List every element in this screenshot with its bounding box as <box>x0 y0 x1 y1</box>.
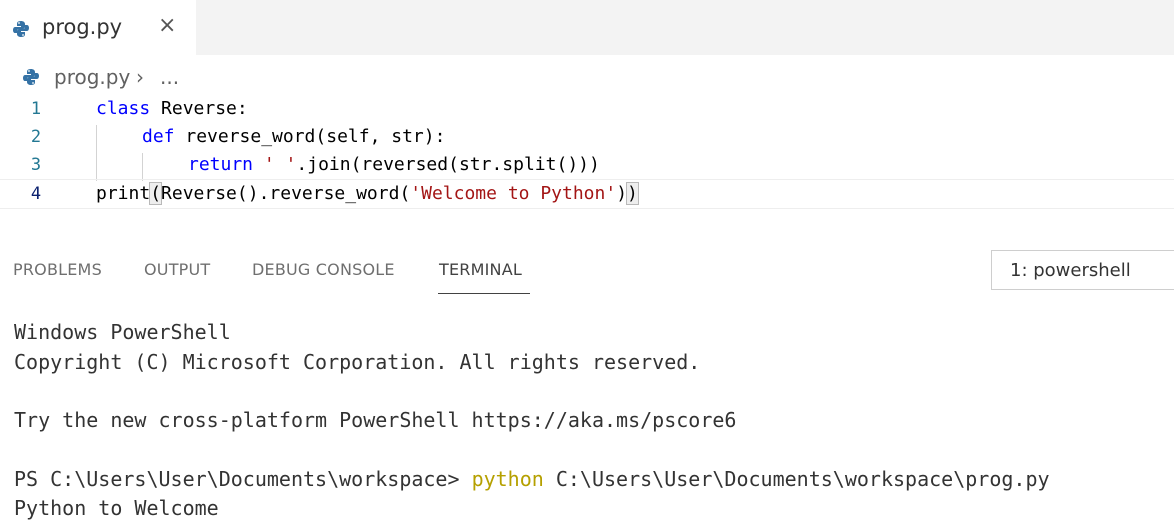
line-number: 3 <box>30 155 42 175</box>
terminal-prompt: PS C:\Users\User\Documents\workspace> <box>14 467 472 491</box>
tab-prog-py[interactable]: prog.py × <box>0 0 196 55</box>
terminal-command-line: PS C:\Users\User\Documents\workspace> py… <box>14 467 1050 491</box>
code-text: def reverse_word(self, str): <box>142 126 446 147</box>
line-number: 2 <box>30 127 42 147</box>
code-editor[interactable]: 1 class Reverse: 2 def reverse_word(self… <box>0 95 1174 215</box>
terminal-output: Python to Welcome <box>14 496 219 520</box>
tab-output[interactable]: OUTPUT <box>144 260 210 279</box>
code-line[interactable]: 1 class Reverse: <box>0 95 1174 123</box>
code-text: class Reverse: <box>96 98 248 119</box>
line-number: 1 <box>30 99 42 119</box>
python-icon <box>12 20 30 42</box>
tab-debug-console[interactable]: DEBUG CONSOLE <box>252 260 395 279</box>
terminal-args: C:\Users\User\Documents\workspace\prog.p… <box>543 467 1050 491</box>
tab-filename: prog.py <box>42 15 123 39</box>
chevron-right-icon: › <box>136 65 144 89</box>
code-line[interactable]: 3 return ' '.join(reversed(str.split())) <box>0 151 1174 179</box>
active-tab-indicator <box>438 293 530 294</box>
code-text: return ' '.join(reversed(str.split())) <box>188 154 600 175</box>
code-line-current[interactable]: 4 print(Reverse().reverse_word('Welcome … <box>0 179 1174 209</box>
breadcrumb: prog.py › ... <box>0 62 400 92</box>
breadcrumb-file[interactable]: prog.py <box>54 65 130 89</box>
tab-problems[interactable]: PROBLEMS <box>13 260 102 279</box>
shell-select-value: 1: powershell <box>1010 260 1131 281</box>
code-line[interactable]: 2 def reverse_word(self, str): <box>0 123 1174 151</box>
tab-terminal[interactable]: TERMINAL <box>439 260 522 279</box>
close-icon[interactable]: × <box>158 13 176 38</box>
line-number: 4 <box>30 184 42 204</box>
editor-tab-bar: prog.py × <box>0 0 1174 55</box>
bracket-match: ) <box>626 182 639 205</box>
terminal-line: Windows PowerShell <box>14 320 231 344</box>
python-icon <box>22 68 40 90</box>
breadcrumb-symbols[interactable]: ... <box>160 65 179 89</box>
terminal-command: python <box>471 467 544 491</box>
terminal-shell-select[interactable]: 1: powershell <box>991 250 1174 290</box>
bracket-match: ( <box>149 182 163 205</box>
terminal-line: Try the new cross-platform PowerShell ht… <box>14 408 737 432</box>
terminal-line: Copyright (C) Microsoft Corporation. All… <box>14 350 701 374</box>
code-text: print(Reverse().reverse_word('Welcome to… <box>96 182 639 205</box>
